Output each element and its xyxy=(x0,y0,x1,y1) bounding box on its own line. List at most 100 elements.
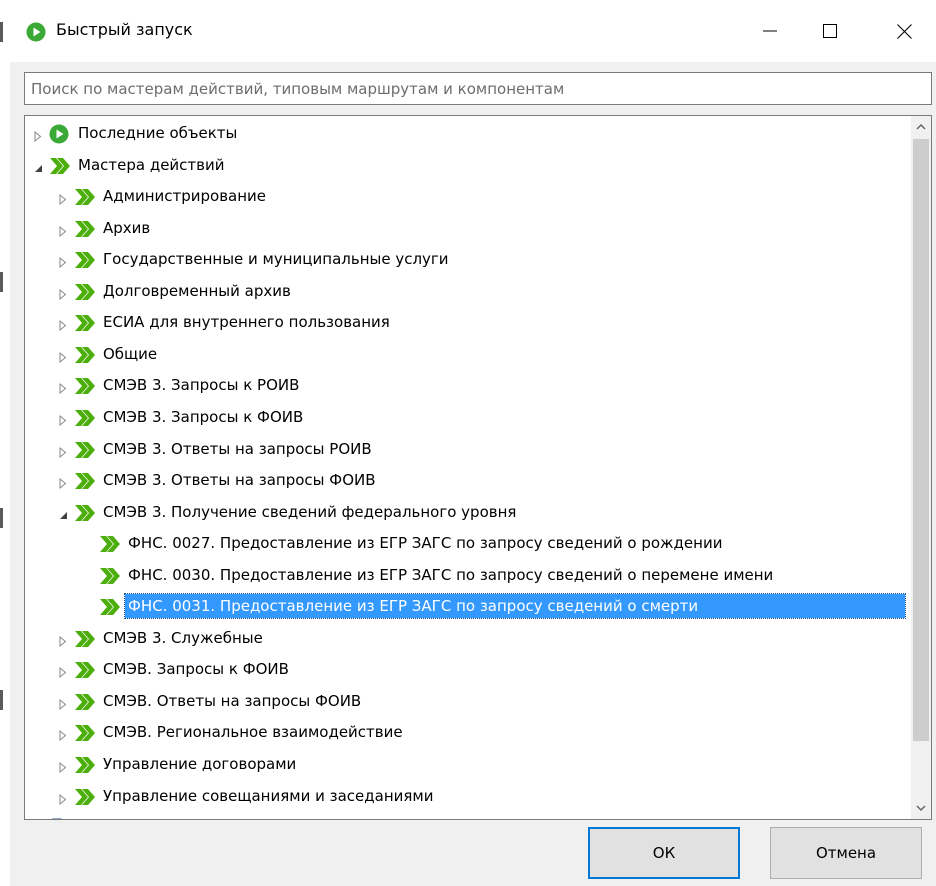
tree-row[interactable]: Администрирование xyxy=(25,181,905,212)
collapsed-triangle-icon[interactable] xyxy=(58,444,69,458)
background-mark xyxy=(0,508,3,528)
tree-row[interactable]: Последние объекты xyxy=(25,118,905,149)
tree-item-label: СМЭВ. Ответы на запросы ФОИВ xyxy=(103,691,362,710)
collapsed-triangle-icon[interactable] xyxy=(58,380,69,395)
wizard-icon xyxy=(99,534,121,554)
collapsed-triangle-icon[interactable] xyxy=(33,128,44,143)
close-icon xyxy=(896,23,912,39)
collapsed-triangle-icon[interactable] xyxy=(58,317,69,332)
tree-item-label: ЕСИА для внутреннего пользования xyxy=(103,313,390,332)
ok-button[interactable]: ОК xyxy=(588,827,740,879)
tree-row[interactable]: Общие xyxy=(25,339,905,370)
wizard-icon xyxy=(74,408,96,428)
wizard-icon xyxy=(74,787,96,807)
wizard-icon xyxy=(74,503,96,523)
collapsed-triangle-icon[interactable] xyxy=(58,791,69,805)
wizard-icon xyxy=(74,345,96,365)
tree-row[interactable]: Управление совещаниями и заседаниями xyxy=(25,781,905,812)
tree-item-label: Архив xyxy=(103,218,151,237)
vertical-scrollbar[interactable] xyxy=(911,116,931,819)
scroll-up-button[interactable] xyxy=(911,116,931,138)
tree-row[interactable]: Управление договорами xyxy=(25,749,905,780)
tree-row[interactable]: ЕСИА для внутреннего пользования xyxy=(25,307,905,338)
cancel-button[interactable]: Отмена xyxy=(770,827,922,879)
tree-row[interactable]: СМЭВ. Ответы на запросы ФОИВ xyxy=(25,686,905,717)
collapsed-triangle-icon[interactable] xyxy=(58,191,69,206)
play-icon xyxy=(26,22,46,42)
tree-row[interactable]: СМЭВ 3. Ответы на запросы РОИВ xyxy=(25,434,905,465)
collapsed-triangle-icon[interactable] xyxy=(58,475,69,490)
tree-row[interactable]: СМЭВ 3. Запросы к ФОИВ xyxy=(25,402,905,433)
scroll-down-button[interactable] xyxy=(911,797,931,819)
tree-row[interactable]: Архив xyxy=(25,213,905,244)
collapsed-triangle-icon[interactable] xyxy=(58,223,69,237)
tree-row[interactable]: ФНС. 0030. Предоставление из ЕГР ЗАГС по… xyxy=(25,560,905,591)
wizard-icon xyxy=(74,471,96,491)
tree-item-label: СМЭВ 3. Получение сведений федерального … xyxy=(103,502,517,521)
collapsed-triangle-icon[interactable] xyxy=(58,286,69,300)
close-button[interactable] xyxy=(876,8,932,54)
expanded-triangle-icon[interactable] xyxy=(33,160,44,172)
tree-row[interactable]: Мастера действий xyxy=(25,150,905,181)
tree-item-label: СМЭВ. Запросы к ФОИВ xyxy=(103,660,289,679)
tree-row[interactable]: Долговременный архив xyxy=(25,276,905,307)
minimize-button[interactable] xyxy=(742,8,798,54)
tree-item-label: ФНС. 0027. Предоставление из ЕГР ЗАГС по… xyxy=(128,534,723,553)
tree-view[interactable]: Последние объекты Мастера действий Админис… xyxy=(24,115,932,820)
wizard-icon xyxy=(74,723,96,743)
tree-row[interactable]: Государственные и муниципальные услуги xyxy=(25,244,905,275)
collapsed-triangle-icon[interactable] xyxy=(58,633,69,647)
collapsed-triangle-icon[interactable] xyxy=(58,254,69,269)
tree-item-label: СМЭВ 3. Ответы на запросы РОИВ xyxy=(103,439,372,458)
tree-row[interactable]: ФНС. 0027. Предоставление из ЕГР ЗАГС по… xyxy=(25,528,905,559)
collapsed-triangle-icon[interactable] xyxy=(58,759,69,774)
tree-row[interactable]: СМЭВ 3. Получение сведений федерального … xyxy=(25,497,905,528)
search-input[interactable] xyxy=(24,72,932,105)
expanded-triangle-icon[interactable] xyxy=(58,507,69,519)
window-title: Быстрый запуск xyxy=(56,20,193,39)
tree-row[interactable]: ФНС. 0031. Предоставление из ЕГР ЗАГС по… xyxy=(25,591,906,622)
tree-row[interactable]: СМЭВ 3. Запросы к РОИВ xyxy=(25,370,905,401)
tree-item-label: Общие xyxy=(103,344,158,363)
wizard-icon xyxy=(74,755,96,775)
tree-item-label: СМЭВ 3. Запросы к ФОИВ xyxy=(103,407,304,426)
minimize-icon xyxy=(763,30,777,32)
collapsed-triangle-icon[interactable] xyxy=(58,727,69,742)
wizard-icon xyxy=(74,376,96,396)
wizard-icon xyxy=(74,660,96,680)
wizard-icon xyxy=(74,219,96,239)
maximize-button[interactable] xyxy=(802,8,858,54)
background-mark xyxy=(0,272,3,292)
tree-row[interactable]: СМЭВ. Запросы к ФОИВ xyxy=(25,654,905,685)
tree-item-label: ФНС. 0031. Предоставление из ЕГР ЗАГС по… xyxy=(124,593,906,620)
collapsed-triangle-icon[interactable] xyxy=(58,696,69,710)
collapsed-triangle-icon[interactable] xyxy=(58,349,69,363)
collapsed-triangle-icon[interactable] xyxy=(58,412,69,426)
wizard-icon xyxy=(99,566,121,586)
background-mark xyxy=(0,690,3,710)
play-icon xyxy=(49,124,71,144)
wizard-icon xyxy=(74,282,96,302)
component-icon xyxy=(49,818,71,819)
tree-item-label: СМЭВ 3. Ответы на запросы ФОИВ xyxy=(103,471,376,490)
tree-item-label: СМЭВ 3. Запросы к РОИВ xyxy=(103,376,300,395)
tree-item-label: Мастера действий xyxy=(78,155,225,174)
background-mark xyxy=(0,22,3,42)
wizard-icon xyxy=(74,313,96,333)
scroll-thumb[interactable] xyxy=(913,139,929,741)
tree-row[interactable]: Т xyxy=(25,812,905,819)
tree-row[interactable]: СМЭВ. Региональное взаимодействие xyxy=(25,717,905,748)
title-bar[interactable]: Быстрый запуск xyxy=(10,0,936,62)
wizard-icon xyxy=(74,692,96,712)
chevron-down-icon xyxy=(916,805,926,811)
background-window-edge xyxy=(0,0,10,886)
wizard-icon xyxy=(99,597,121,617)
tree-item-label: Управление совещаниями и заседаниями xyxy=(103,786,434,805)
chevron-up-icon xyxy=(916,124,926,130)
tree-row[interactable]: СМЭВ 3. Ответы на запросы ФОИВ xyxy=(25,465,905,496)
tree-item-label: Управление договорами xyxy=(103,755,297,773)
wizard-icon xyxy=(74,187,96,207)
wizard-icon xyxy=(74,440,96,460)
tree-row[interactable]: СМЭВ 3. Служебные xyxy=(25,623,905,654)
collapsed-triangle-icon[interactable] xyxy=(58,664,69,679)
